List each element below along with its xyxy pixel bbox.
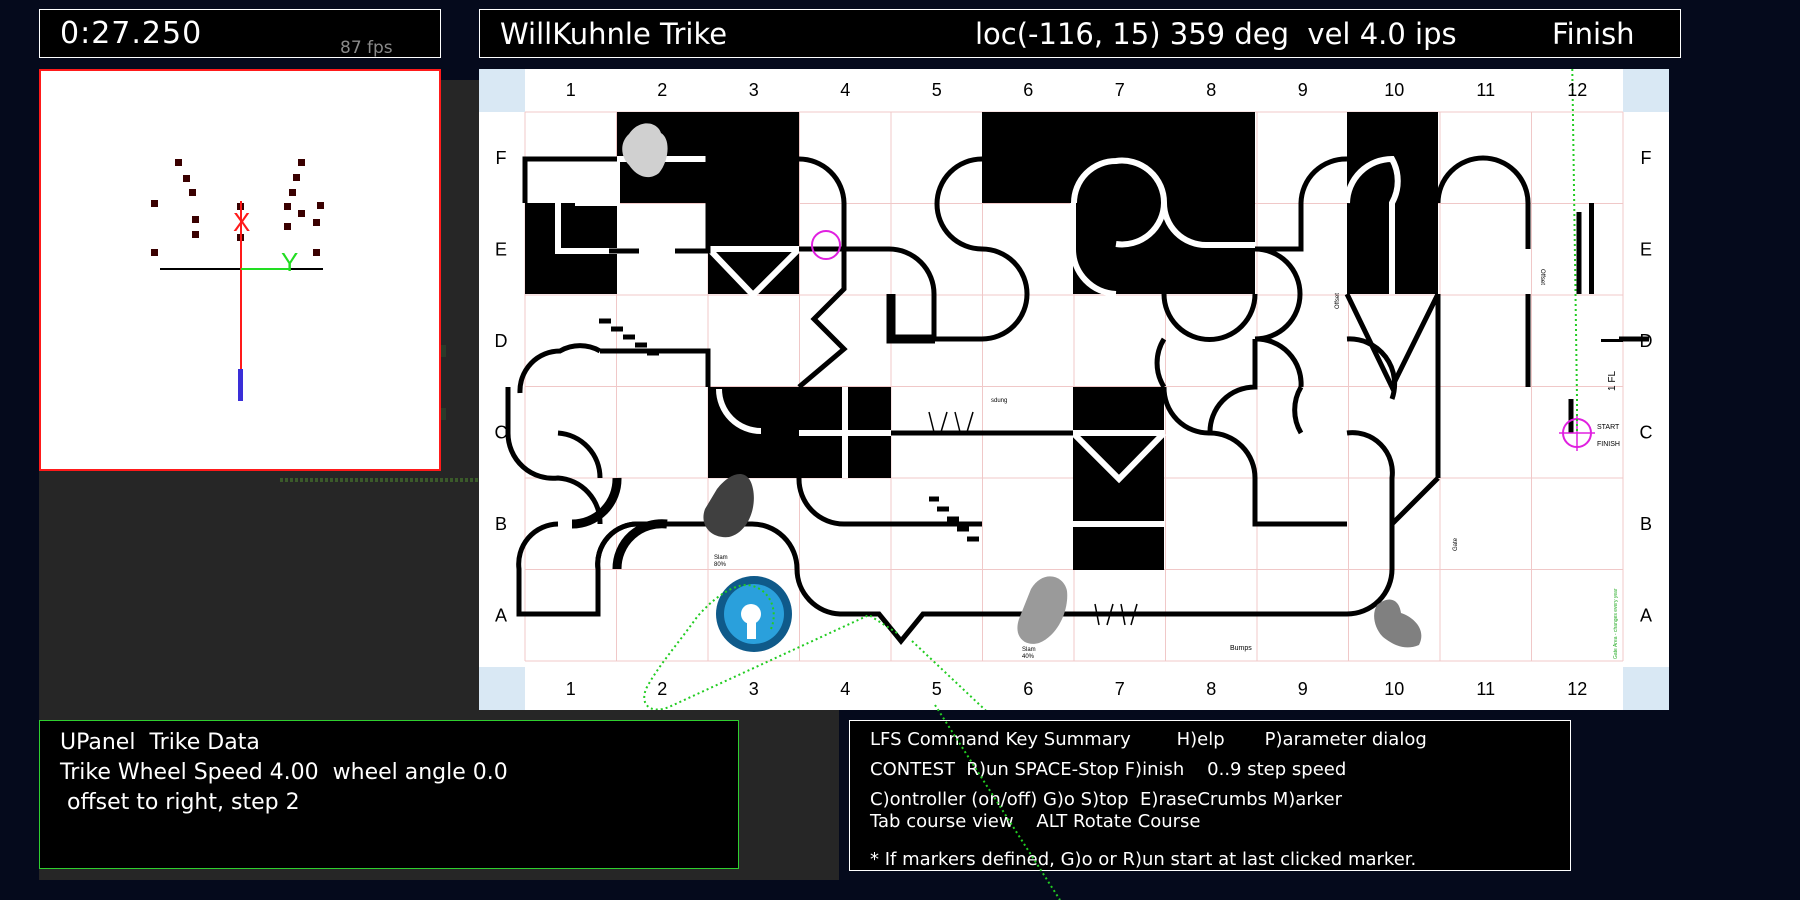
row-header: E [1640,239,1652,259]
finish-label: FINISH [1597,441,1620,448]
slam-label: Slam [627,189,641,195]
sensor-plot: X Y [151,159,324,401]
column-header: 3 [749,679,759,699]
x-axis-label: X [233,207,250,237]
row-header: F [1641,148,1652,168]
y-axis-label: Y [281,247,298,277]
column-header: 10 [1384,80,1404,100]
location-readout: loc(-116, 15) 359 deg vel 4.0 ips [975,17,1457,51]
column-header: 8 [1206,679,1216,699]
edge-tick [441,345,446,357]
column-header: 7 [1115,80,1125,100]
column-header: 1 [566,80,576,100]
column-header: 9 [1298,80,1308,100]
offset-label: Offset [1539,269,1545,285]
column-header: 12 [1567,679,1587,699]
slam-pct: 20% [627,196,640,202]
column-header: 6 [1023,80,1033,100]
row-header: C [1640,422,1653,442]
slam-label: Slam [1022,647,1036,653]
start-label: START [1597,424,1620,431]
column-header: 1 [566,679,576,699]
column-header: 11 [1476,679,1495,699]
column-header: 4 [840,80,850,100]
elapsed-time: 0:27.250 [60,16,203,51]
column-header: 2 [657,679,667,699]
upanel-trike-data: UPanel Trike Data Trike Wheel Speed 4.00… [39,720,739,869]
sdung-label: sdung [991,398,1007,404]
team-name: WillKuhnle Trike [500,17,728,51]
run-mode: Finish [1552,17,1635,51]
slam-label: Slam [714,555,728,561]
sensor-bar [280,478,480,482]
column-header: 11 [1476,80,1495,100]
row-header: E [495,239,507,259]
upanel-wheel-speed: Trike Wheel Speed 4.00 wheel angle 0.0 [60,760,508,785]
column-header: 5 [932,679,942,699]
slam-pct: 40% [1022,654,1035,660]
row-header: F [496,148,507,168]
timer-panel: 0:27.250 87 fps [39,9,441,58]
row-header: A [495,605,507,625]
status-bar: WillKuhnle Trike loc(-116, 15) 359 deg v… [479,9,1681,58]
column-header: 10 [1384,679,1404,699]
gate-label: Gate [1453,537,1459,551]
upanel-title: UPanel Trike Data [60,730,260,755]
row-header: D [495,331,508,351]
breadcrumb-trail [934,704,1061,900]
floor-label: 1 FL [1607,371,1618,391]
row-header: B [495,514,507,534]
column-header: 12 [1567,80,1587,100]
column-header: 3 [749,80,759,100]
panel-gap [739,720,839,880]
fps-counter: 87 fps [340,38,393,58]
slam-pct: 80% [714,562,727,568]
upanel-offset: offset to right, step 2 [60,790,300,815]
edge-tick [441,408,446,420]
gate-area-label: Gate Area - changes every year [1613,588,1619,659]
course-view[interactable]: Slam 20% Slam 80% Slam 40% Bumps sdung O… [479,48,1669,790]
course-map[interactable]: Slam 20% Slam 80% Slam 40% Bumps sdung O… [479,48,1669,790]
column-header: 9 [1298,679,1308,699]
column-header: 5 [932,80,942,100]
column-header: 6 [1023,679,1033,699]
column-header: 7 [1115,679,1125,699]
row-header: A [1640,605,1652,625]
row-header: B [1640,514,1652,534]
robot-sensor-view[interactable]: X Y [39,69,441,471]
column-header: 4 [840,679,850,699]
offset-label: Offset [1335,293,1341,309]
row-header: D [1640,331,1653,351]
column-header: 8 [1206,80,1216,100]
column-header: 2 [657,80,667,100]
row-header: C [495,422,508,442]
bumps-label: Bumps [1230,645,1252,652]
